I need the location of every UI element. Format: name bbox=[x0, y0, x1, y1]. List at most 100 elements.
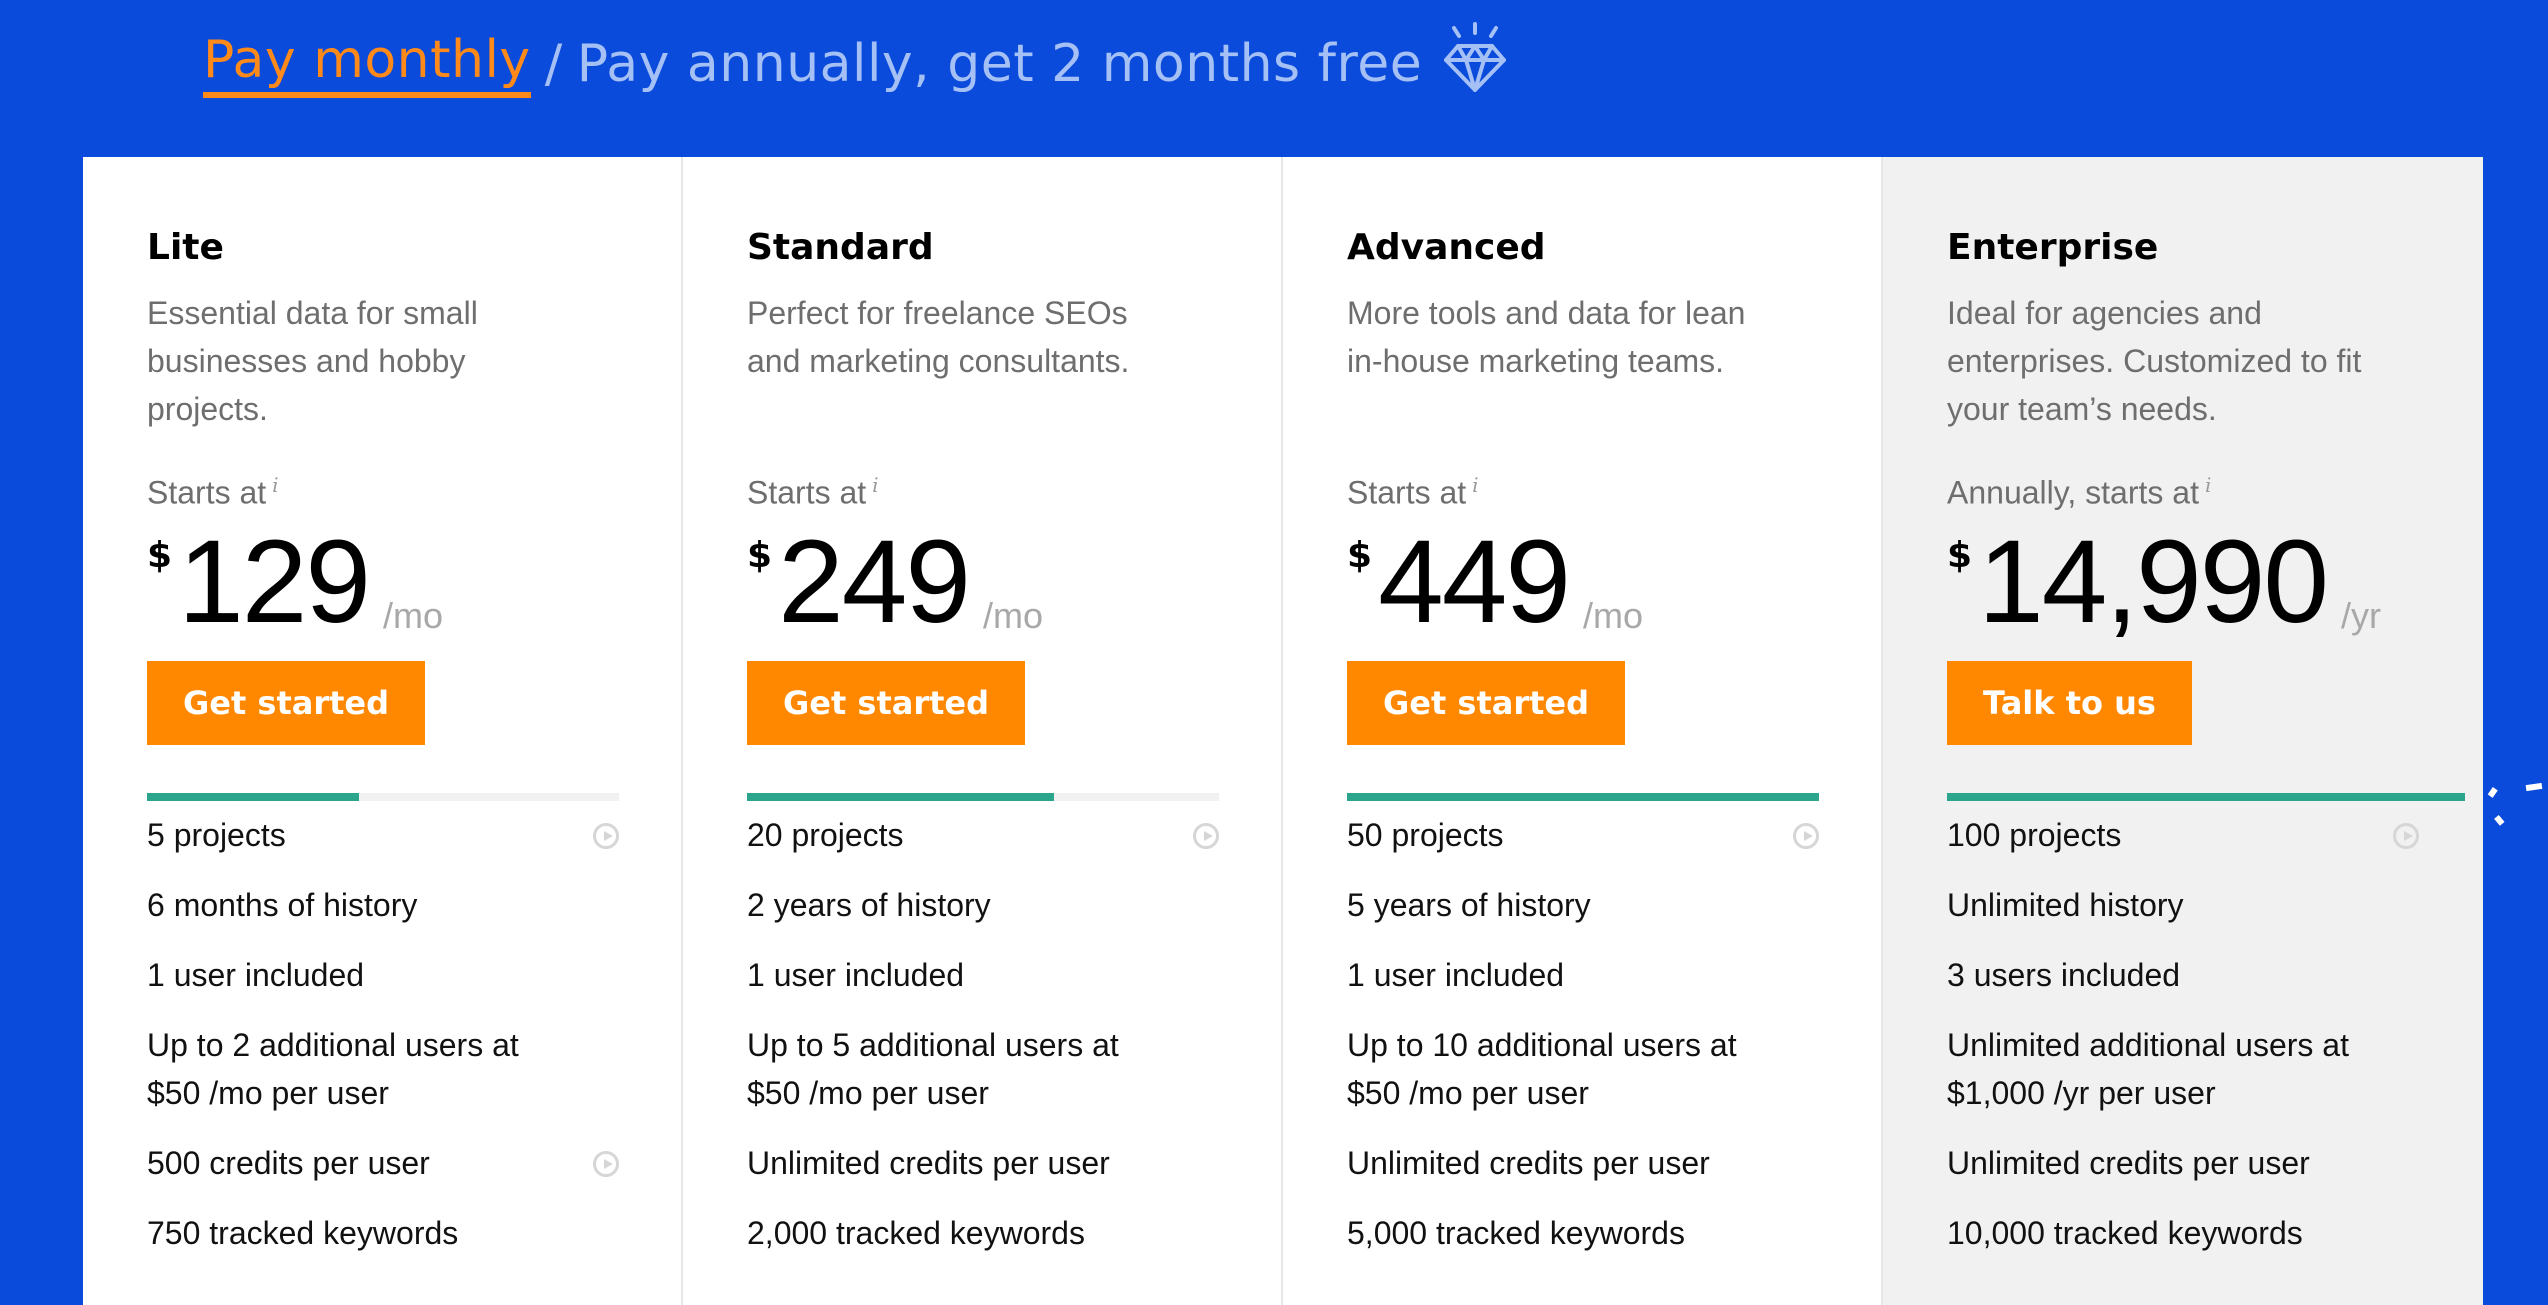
feature-item: 1 user included bbox=[147, 941, 619, 1011]
feature-item: Unlimited credits per user bbox=[747, 1129, 1219, 1199]
plan-price: $ 249 /mo bbox=[747, 516, 1217, 648]
feature-text: Up to 5 additional users at $50 /mo per … bbox=[747, 1027, 1119, 1111]
feature-text: 100 projects bbox=[1947, 817, 2122, 853]
feature-item: 2 years of history bbox=[747, 871, 1219, 941]
plan-tier-bar-fill bbox=[1347, 793, 1819, 801]
play-video-icon[interactable] bbox=[593, 1151, 619, 1177]
plan-card-enterprise: Enterprise Ideal for agencies and enterp… bbox=[1883, 157, 2483, 1305]
currency-symbol: $ bbox=[1947, 535, 1973, 576]
price-period: /mo bbox=[382, 595, 443, 636]
feature-text: 750 tracked keywords bbox=[147, 1215, 459, 1251]
feature-item: 5,000 tracked keywords bbox=[1347, 1199, 1819, 1269]
feature-text: Unlimited credits per user bbox=[1947, 1145, 2310, 1181]
plan-name: Advanced bbox=[1347, 227, 1546, 268]
pay-annually-toggle[interactable]: Pay annually, get 2 months free bbox=[577, 34, 1422, 94]
feature-item: Unlimited additional users at $1,000 /yr… bbox=[1947, 1011, 2419, 1129]
feature-item: Up to 5 additional users at $50 /mo per … bbox=[747, 1011, 1219, 1129]
plan-card-advanced: Advanced More tools and data for lean in… bbox=[1283, 157, 1883, 1305]
feature-item: Unlimited credits per user bbox=[1347, 1129, 1819, 1199]
feature-text: Unlimited credits per user bbox=[747, 1145, 1110, 1181]
info-icon[interactable]: i bbox=[1472, 473, 1478, 497]
price-amount: 129 bbox=[178, 516, 371, 648]
price-caption: Starts at i bbox=[747, 473, 1217, 513]
price-caption: Annually, starts at i bbox=[1947, 473, 2419, 513]
feature-item: Up to 10 additional users at $50 /mo per… bbox=[1347, 1011, 1819, 1129]
get-started-button[interactable]: Get started bbox=[747, 661, 1026, 745]
price-amount: 14,990 bbox=[1978, 516, 2329, 648]
plan-tier-bar-fill bbox=[147, 793, 360, 801]
feature-text: 5 projects bbox=[147, 817, 286, 853]
plan-price: $ 449 /mo bbox=[1347, 516, 1817, 648]
play-video-icon[interactable] bbox=[593, 823, 619, 849]
plan-card-lite: Lite Essential data for small businesses… bbox=[83, 157, 683, 1305]
plan-description: Essential data for small businesses and … bbox=[147, 295, 478, 427]
pricing-cards: Lite Essential data for small businesses… bbox=[83, 157, 2483, 1305]
feature-item: 1 user included bbox=[747, 941, 1219, 1011]
plan-name: Lite bbox=[147, 227, 224, 268]
get-started-button[interactable]: Get started bbox=[147, 661, 426, 745]
feature-text: 6 months of history bbox=[147, 887, 418, 923]
feature-text: Unlimited credits per user bbox=[1347, 1145, 1710, 1181]
info-icon[interactable]: i bbox=[2205, 473, 2211, 497]
feature-list: 100 projects Unlimited history 3 users inc… bbox=[1947, 801, 2419, 1269]
currency-symbol: $ bbox=[147, 535, 173, 576]
starts-at-label: Starts at bbox=[747, 474, 867, 511]
price-amount: 449 bbox=[1378, 516, 1571, 648]
feature-item: 50 projects bbox=[1347, 801, 1819, 871]
feature-text: 20 projects bbox=[747, 817, 904, 853]
feature-text: 50 projects bbox=[1347, 817, 1504, 853]
price-period: /mo bbox=[982, 595, 1043, 636]
info-icon[interactable]: i bbox=[272, 473, 278, 497]
feature-list: 20 projects 2 years of history 1 user incl… bbox=[747, 801, 1219, 1269]
feature-text: 2,000 tracked keywords bbox=[747, 1215, 1085, 1251]
feature-text: Unlimited history bbox=[1947, 887, 2184, 923]
feature-text: 5 years of history bbox=[1347, 887, 1591, 923]
currency-symbol: $ bbox=[747, 535, 773, 576]
price-period: /mo bbox=[1582, 595, 1643, 636]
feature-text: Unlimited additional users at $1,000 /yr… bbox=[1947, 1027, 2349, 1111]
feature-item: 750 tracked keywords bbox=[147, 1199, 619, 1269]
plan-description: More tools and data for lean in-house ma… bbox=[1347, 295, 1746, 379]
feature-text: Up to 2 additional users at $50 /mo per … bbox=[147, 1027, 519, 1111]
talk-to-us-button[interactable]: Talk to us bbox=[1947, 661, 2192, 745]
plan-tier-bar bbox=[1347, 793, 1819, 801]
feature-text: Up to 10 additional users at $50 /mo per… bbox=[1347, 1027, 1737, 1111]
price-caption: Starts at i bbox=[147, 473, 617, 513]
confetti-decoration bbox=[2487, 782, 2543, 826]
plan-description: Perfect for freelance SEOs and marketing… bbox=[747, 295, 1130, 379]
play-video-icon[interactable] bbox=[1193, 823, 1219, 849]
feature-item: Unlimited credits per user bbox=[1947, 1129, 2419, 1199]
plan-name: Enterprise bbox=[1947, 227, 2159, 268]
info-icon[interactable]: i bbox=[872, 473, 878, 497]
plan-tier-bar-fill bbox=[747, 793, 1054, 801]
diamond-icon bbox=[1444, 22, 1507, 92]
feature-item: Up to 2 additional users at $50 /mo per … bbox=[147, 1011, 619, 1129]
feature-text: 5,000 tracked keywords bbox=[1347, 1215, 1685, 1251]
play-video-icon[interactable] bbox=[2393, 823, 2419, 849]
feature-list: 5 projects 6 months of history 1 user incl… bbox=[147, 801, 619, 1269]
billing-separator: / bbox=[544, 34, 563, 94]
price-period: /yr bbox=[2340, 595, 2381, 636]
play-video-icon[interactable] bbox=[1793, 823, 1819, 849]
starts-at-label: Starts at bbox=[147, 474, 267, 511]
feature-item: 2,000 tracked keywords bbox=[747, 1199, 1219, 1269]
feature-text: 500 credits per user bbox=[147, 1145, 430, 1181]
feature-item: 5 years of history bbox=[1347, 871, 1819, 941]
plan-price: $ 129 /mo bbox=[147, 516, 617, 648]
feature-text: 3 users included bbox=[1947, 957, 2181, 993]
feature-item: 3 users included bbox=[1947, 941, 2419, 1011]
starts-at-label: Starts at bbox=[1347, 474, 1467, 511]
plan-tier-bar bbox=[147, 793, 619, 801]
feature-item: 500 credits per user bbox=[147, 1129, 619, 1199]
plan-card-standard: Standard Perfect for freelance SEOs and … bbox=[683, 157, 1283, 1305]
feature-text: 2 years of history bbox=[747, 887, 991, 923]
feature-item: 10,000 tracked keywords bbox=[1947, 1199, 2419, 1269]
feature-item: 100 projects bbox=[1947, 801, 2419, 871]
get-started-button[interactable]: Get started bbox=[1347, 661, 1626, 745]
price-caption: Starts at i bbox=[1347, 473, 1817, 513]
price-amount: 249 bbox=[778, 516, 971, 648]
plan-price: $ 14,990 /yr bbox=[1947, 516, 2419, 648]
feature-list: 50 projects 5 years of history 1 user incl… bbox=[1347, 801, 1819, 1269]
plan-tier-bar-fill bbox=[1947, 793, 2465, 801]
pay-monthly-toggle[interactable]: Pay monthly bbox=[203, 30, 531, 98]
